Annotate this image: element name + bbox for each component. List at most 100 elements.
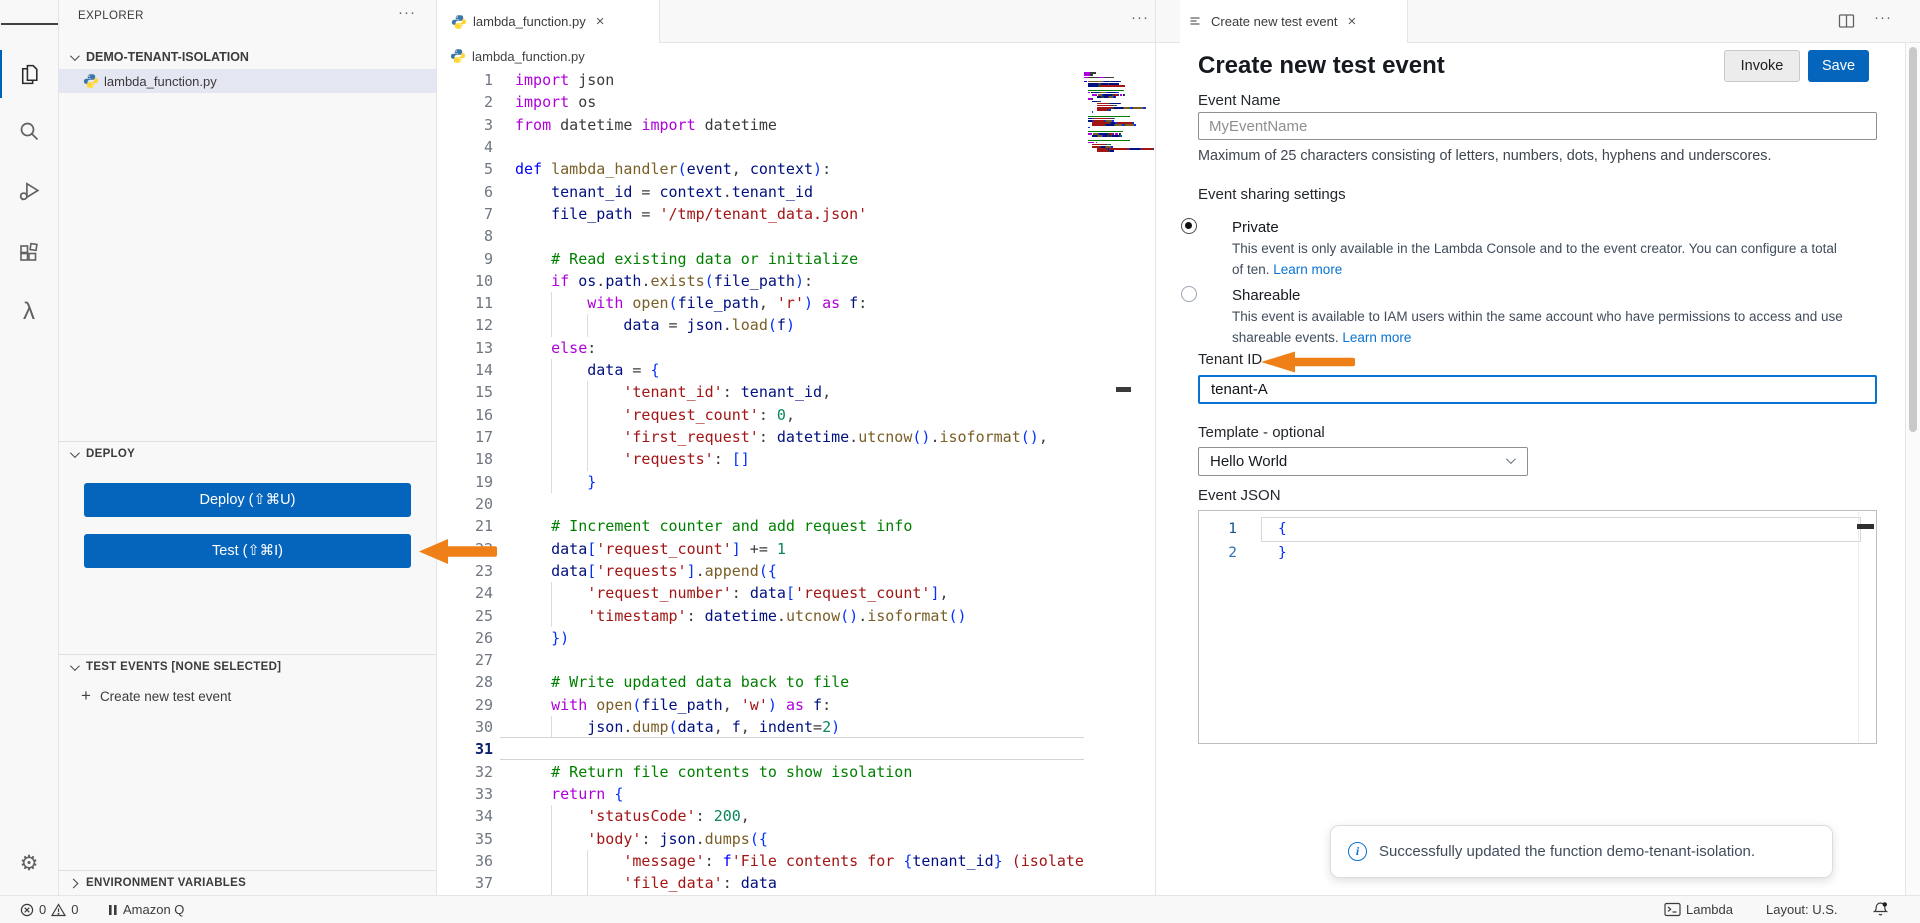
extensions-icon[interactable]	[0, 229, 58, 277]
code-line[interactable]: 1import json	[437, 69, 1155, 91]
section-environment-variables[interactable]: ENVIRONMENT VARIABLES	[59, 870, 436, 895]
shareable-desc-line2: shareable events. Learn more	[1232, 330, 1411, 345]
deploy-button[interactable]: Deploy (⇧⌘U)	[84, 483, 411, 517]
breadcrumb[interactable]: lambda_function.py	[437, 43, 1155, 69]
explorer-more-icon[interactable]: ···	[398, 4, 416, 21]
code-line[interactable]: 11 with open(file_path, 'r') as f:	[437, 292, 1155, 314]
section-test-events[interactable]: TEST EVENTS [NONE SELECTED]	[59, 654, 436, 679]
section-deploy[interactable]: DEPLOY	[59, 441, 436, 466]
code-line[interactable]: 31	[437, 738, 1155, 760]
code-line[interactable]: 27	[437, 649, 1155, 671]
code-line[interactable]: 14 data = {	[437, 359, 1155, 381]
code-line[interactable]: 29 with open(file_path, 'w') as f:	[437, 694, 1155, 716]
code-line[interactable]: 15 'tenant_id': tenant_id,	[437, 381, 1155, 403]
aws-lambda-icon[interactable]: λ	[0, 288, 58, 336]
warning-count: 0	[71, 902, 78, 917]
python-file-icon	[83, 73, 99, 89]
explorer-sidebar: EXPLORER ··· DEMO-TENANT-ISOLATION lambd…	[59, 0, 437, 895]
code-line[interactable]: 16 'request_count': 0,	[437, 404, 1155, 426]
invoke-button[interactable]: Invoke	[1724, 50, 1800, 82]
event-json-editor[interactable]: 1{2}	[1198, 510, 1877, 744]
code-line[interactable]: 13 else:	[437, 337, 1155, 359]
save-button[interactable]: Save	[1808, 50, 1869, 82]
code-line[interactable]: 25 'timestamp': datetime.utcnow().isofor…	[437, 605, 1155, 627]
code-line[interactable]: 35 'body': json.dumps({	[437, 828, 1155, 850]
shareable-radio[interactable]	[1181, 286, 1197, 302]
close-icon[interactable]: ×	[596, 13, 605, 30]
code-line[interactable]: 6 tenant_id = context.tenant_id	[437, 181, 1155, 203]
layout-status[interactable]: Layout: U.S.	[1766, 896, 1838, 923]
notifications-bell[interactable]	[1872, 896, 1889, 923]
code-line[interactable]: 26 })	[437, 627, 1155, 649]
create-new-test-event-item[interactable]: + Create new test event	[59, 683, 436, 709]
terminal-icon	[1664, 902, 1681, 917]
code-line[interactable]: 36 'message': f'File contents for {tenan…	[437, 850, 1155, 872]
explorer-icon[interactable]	[0, 50, 58, 98]
annotation-arrow-tenant-id	[1261, 351, 1355, 373]
panel-scrollbar[interactable]	[1905, 43, 1920, 895]
learn-more-link[interactable]: Learn more	[1342, 330, 1411, 345]
code-line[interactable]: 7 file_path = '/tmp/tenant_data.json'	[437, 203, 1155, 225]
code-line[interactable]: 23 data['requests'].append({	[437, 560, 1155, 582]
form-lines-icon	[1189, 15, 1203, 29]
code-line[interactable]: 2import os	[437, 91, 1155, 113]
code-line[interactable]: 33 return {	[437, 783, 1155, 805]
learn-more-link[interactable]: Learn more	[1273, 262, 1342, 277]
code-line[interactable]: 37 'file_data': data	[437, 872, 1155, 894]
json-line[interactable]: 1{	[1199, 517, 1876, 541]
panel-more-actions-icon[interactable]: ···	[1874, 9, 1892, 26]
code-line[interactable]: 3from datetime import datetime	[437, 114, 1155, 136]
code-line[interactable]: 24 'request_number': data['request_count…	[437, 582, 1155, 604]
private-radio[interactable]	[1181, 218, 1197, 234]
code-line[interactable]: 17 'first_request': datetime.utcnow().is…	[437, 426, 1155, 448]
amazon-q-status[interactable]: Amazon Q	[108, 896, 184, 923]
scrollbar-thumb[interactable]	[1909, 47, 1917, 432]
test-button[interactable]: Test (⇧⌘I)	[84, 534, 411, 568]
minimap[interactable]	[1084, 69, 1155, 895]
page-title: Create new test event	[1198, 52, 1445, 80]
code-line[interactable]: 5def lambda_handler(event, context):	[437, 158, 1155, 180]
code-line[interactable]: 32 # Return file contents to show isolat…	[437, 761, 1155, 783]
event-name-input[interactable]	[1198, 112, 1877, 140]
bell-icon	[1872, 901, 1889, 918]
code-line[interactable]: 19 }	[437, 471, 1155, 493]
menu-icon[interactable]	[0, 0, 58, 48]
editor-scroll-marker[interactable]	[1116, 387, 1131, 392]
code-line[interactable]: 34 'statusCode': 200,	[437, 805, 1155, 827]
code-line[interactable]: 9 # Read existing data or initialize	[437, 248, 1155, 270]
json-line[interactable]: 2}	[1199, 541, 1876, 565]
code-line[interactable]: 4	[437, 136, 1155, 158]
code-line[interactable]: 28 # Write updated data back to file	[437, 671, 1155, 693]
tenant-id-input[interactable]	[1198, 375, 1877, 404]
chevron-down-icon	[70, 448, 80, 458]
run-debug-icon[interactable]	[0, 167, 58, 215]
code-line[interactable]: 10 if os.path.exists(file_path):	[437, 270, 1155, 292]
toast-notification[interactable]: i Successfully updated the function demo…	[1330, 825, 1833, 878]
tab-label: Create new test event	[1211, 14, 1337, 29]
amazon-q-label: Amazon Q	[123, 902, 184, 917]
create-test-event-form: Create new test event Invoke Save Event …	[1156, 0, 1920, 895]
editor-more-actions-icon[interactable]: ···	[1131, 9, 1149, 26]
template-dropdown[interactable]: Hello World	[1198, 447, 1528, 476]
code-line[interactable]: 8	[437, 225, 1155, 247]
code-line[interactable]: 20	[437, 493, 1155, 515]
error-icon	[20, 903, 34, 917]
tab-lambda-function[interactable]: lambda_function.py ×	[437, 0, 660, 43]
close-icon[interactable]: ×	[1347, 13, 1356, 30]
vscode-window: λ ⚙ EXPLORER ··· DEMO-TENANT-ISOLATION l…	[0, 0, 1920, 923]
sidebar-file-lambda-function[interactable]: lambda_function.py	[59, 69, 436, 93]
code-line[interactable]: 18 'requests': []	[437, 448, 1155, 470]
code-line[interactable]: 22 data['request_count'] += 1	[437, 538, 1155, 560]
code-line[interactable]: 12 data = json.load(f)	[437, 314, 1155, 336]
problems-indicator[interactable]: 0 0	[20, 896, 78, 923]
code-line[interactable]: 21 # Increment counter and add request i…	[437, 515, 1155, 537]
sidebar-folder-demo-tenant-isolation[interactable]: DEMO-TENANT-ISOLATION	[59, 45, 436, 69]
search-icon[interactable]	[0, 107, 58, 155]
code-editor[interactable]: 1import json2import os3from datetime imp…	[437, 69, 1155, 895]
private-desc-line2: of ten. Learn more	[1232, 262, 1342, 277]
tab-create-new-test-event[interactable]: Create new test event ×	[1180, 0, 1408, 43]
settings-gear-icon[interactable]: ⚙	[0, 839, 58, 887]
editor-group: lambda_function.py × ··· lambda_function…	[437, 0, 1156, 895]
lambda-status[interactable]: Lambda	[1664, 896, 1733, 923]
code-line[interactable]: 30 json.dump(data, f, indent=2)	[437, 716, 1155, 738]
